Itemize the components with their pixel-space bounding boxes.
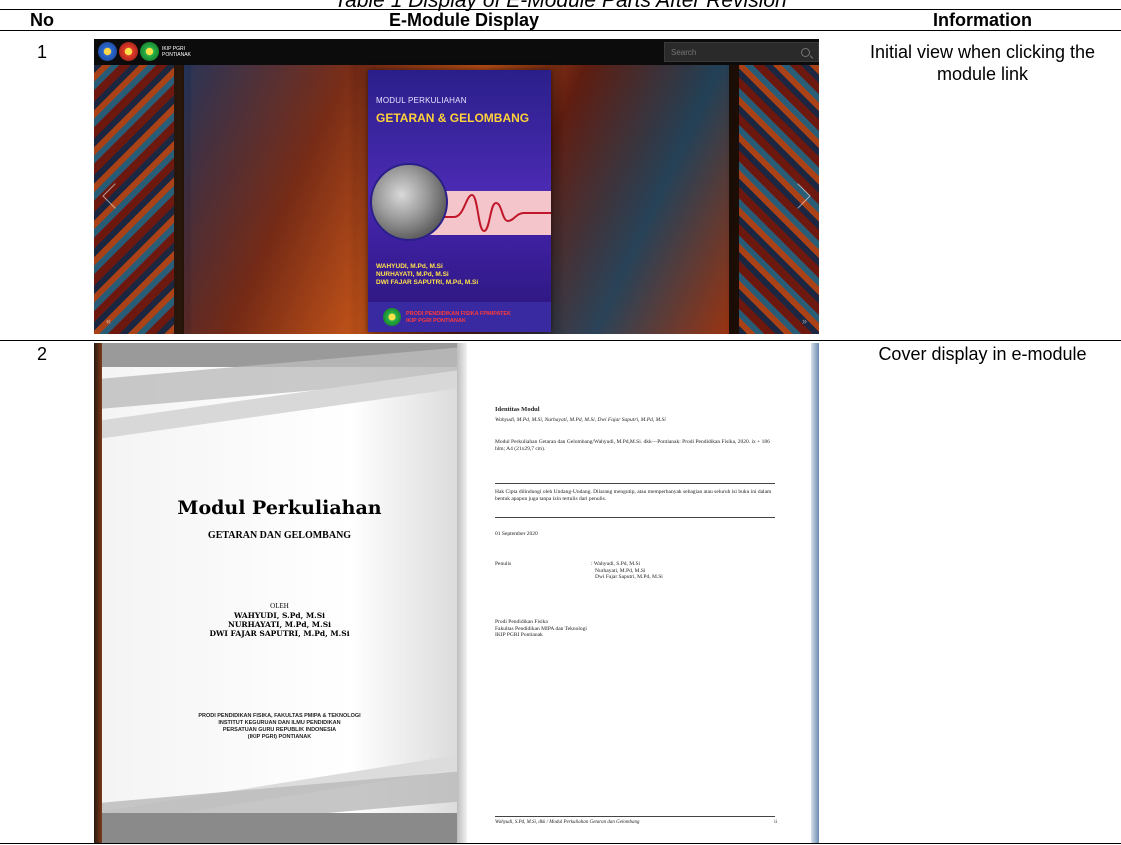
institution-line: PRODI PENDIDIKAN FISIKA, FAKULTAS PMIPA … (198, 713, 361, 719)
identity-authors: Wahyudi, M.Pd, M.Si, Nurhayati, M.Pd, M.… (495, 417, 666, 423)
publication-date: 01 September 2020 (495, 531, 538, 537)
row-2-number: 2 (36, 344, 47, 364)
institution-line: IKIP PGRI Pontianak (495, 632, 543, 638)
table-header-rule (0, 30, 1121, 31)
logo-text: IKIP PGRI PONTIANAK (162, 46, 191, 58)
ikip-logo-icon (140, 42, 159, 61)
search-input[interactable] (671, 46, 791, 59)
left-page-subtitle: GETARAN DAN GELOMBANG (207, 530, 352, 541)
ministry-logo-icon (119, 42, 138, 61)
left-page-institution: PRODI PENDIDIKAN FISIKA, FAKULTAS PMIPA … (102, 713, 457, 741)
footer-divider (495, 816, 775, 817)
left-page-author: DWI FAJAR SAPUTRI, M.Pd, M.Si (209, 629, 350, 638)
ikip-seal-icon (383, 308, 401, 326)
cover-author: WAHYUDI, M.Pd, M.Si (376, 263, 443, 270)
penulis-names: : Wahyudi, S.Pd, M.Si Nurhayati, M.Pd, M… (591, 561, 751, 581)
identity-heading: Identitas Modul (495, 406, 540, 413)
last-page-icon[interactable]: » (802, 316, 807, 326)
left-page-oleh: OLEH (270, 602, 289, 610)
left-page[interactable]: Modul Perkuliahan GETARAN DAN GELOMBANG … (102, 343, 457, 843)
right-page[interactable]: Identitas Modul Wahyudi, M.Pd, M.Si, Nur… (467, 343, 811, 843)
copyright-notice: Hak Cipta dilindungi oleh Undang-Undang.… (495, 489, 772, 502)
search-icon[interactable] (801, 48, 810, 57)
book-gutter (457, 343, 467, 843)
left-page-title: Modul Perkuliahan (177, 497, 382, 519)
cover-authors: WAHYUDI, M.Pd, M.Si NURHAYATI, M.Pd, M.S… (376, 263, 478, 287)
left-page-authors: WAHYUDI, S.Pd, M.Si NURHAYATI, M.Pd, M.S… (102, 611, 457, 638)
cover-kicker: MODUL PERKULIAHAN (376, 96, 467, 105)
divider (495, 517, 775, 518)
cover-footer-line: IKIP PGRI PONTIANAK (406, 317, 466, 324)
first-page-icon[interactable]: « (106, 316, 111, 326)
left-page-author: NURHAYATI, M.Pd, M.Si (228, 620, 331, 629)
row-1-number: 1 (36, 42, 47, 62)
cover-author: DWI FAJAR SAPUTRI, M.Pd, M.Si (376, 279, 479, 286)
cover-author: NURHAYATI, M.Pd, M.Si (376, 271, 449, 278)
institution-line: PERSATUAN GURU REPUBLIK INDONESIA (222, 727, 337, 733)
header-no: No (30, 10, 54, 30)
viewer-toolbar: IKIP PGRI PONTIANAK (94, 39, 819, 65)
penulis-label: Penulis (495, 561, 512, 567)
cover-footer: PRODI PENDIDIKAN FISIKA FPMIPATEK IKIP P… (368, 302, 551, 332)
divider (495, 483, 775, 484)
institution-line: INSTITUT KEGURUAN DAN ILMU PENDIDIKAN (218, 720, 341, 726)
table-bottom-rule (0, 843, 1121, 844)
open-book: Modul Perkuliahan GETARAN DAN GELOMBANG … (94, 343, 819, 843)
cover-photo (370, 163, 448, 241)
right-page-institution: Prodi Pendidikan Fisika Fakultas Pendidi… (495, 619, 775, 639)
cover-footer-line: PRODI PENDIDIKAN FISIKA FPMIPATEK (406, 311, 512, 317)
module-cover[interactable]: MODUL PERKULIAHAN GETARAN & GELOMBANG WA… (368, 70, 551, 332)
university-logo-icon (98, 42, 117, 61)
left-page-author: WAHYUDI, S.Pd, M.Si (233, 611, 326, 620)
penulis-name: Dwi Fajar Saputri, M.Pd, M.Si (595, 574, 663, 580)
page-number: ii (774, 820, 777, 825)
header-display: E-Module Display (388, 10, 540, 30)
page-footer: Wahyudi, S.Pd, M.Si, dkk / Modul Perkuli… (495, 820, 640, 825)
header-information: Information (933, 10, 1032, 30)
institution-line: (IKIP PGRI) PONTIANAK (247, 734, 312, 740)
row-1-information: Initial view when clicking the module li… (869, 42, 1096, 84)
publication-info: Modul Perkuliahan Getaran dan Gelombang/… (495, 439, 770, 452)
cover-title: GETARAN & GELOMBANG (376, 111, 530, 125)
flipbook-viewer: IKIP PGRI PONTIANAK « » MODUL PERKULIAHA… (94, 39, 819, 334)
table-row-rule (0, 340, 1121, 341)
search-box[interactable] (664, 42, 819, 62)
row-2-information: Cover display in e-module (878, 344, 1087, 364)
